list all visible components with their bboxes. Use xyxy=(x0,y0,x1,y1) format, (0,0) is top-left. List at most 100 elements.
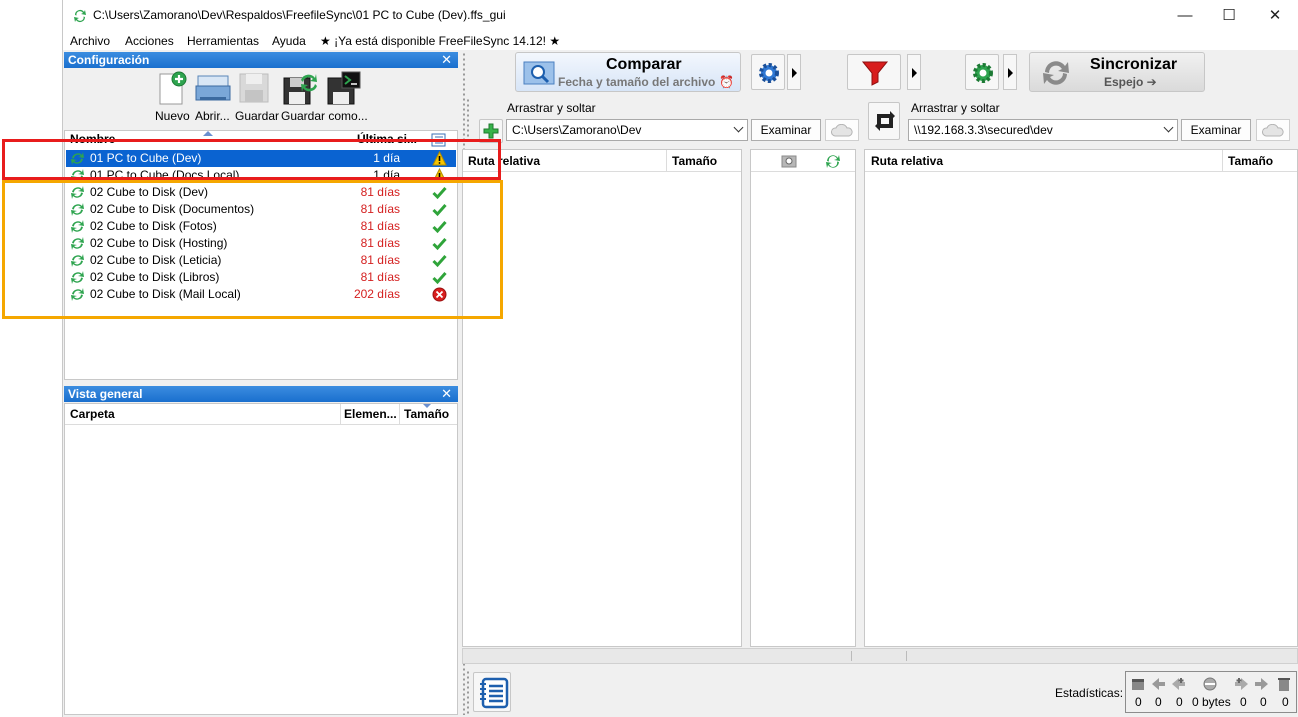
plus-icon xyxy=(483,123,499,139)
sync-variant-label: Espejo ➔ xyxy=(1104,75,1157,89)
save-config-button[interactable] xyxy=(236,70,274,106)
view-log-button[interactable] xyxy=(473,672,511,712)
log-list-icon xyxy=(480,677,509,709)
menu-herramientas[interactable]: Herramientas xyxy=(187,34,259,48)
sync-settings-button[interactable] xyxy=(965,54,999,90)
arrow-left-icon xyxy=(1152,678,1165,690)
open-folder-icon xyxy=(195,75,231,101)
compare-options-arrow[interactable] xyxy=(787,54,801,90)
menu-bar: Archivo Acciones Herramientas Ayuda ★ ¡Y… xyxy=(63,32,1298,50)
overview-list[interactable]: Carpeta Elemen... Tamaño xyxy=(64,403,458,715)
menu-acciones[interactable]: Acciones xyxy=(125,34,174,48)
statistics-label: Estadísticas: xyxy=(1055,686,1124,700)
compare-settings-button[interactable] xyxy=(751,54,785,90)
update-left-icon xyxy=(1172,678,1185,690)
new-document-icon xyxy=(159,71,187,105)
stat-create-right: 0 xyxy=(1240,695,1247,709)
column-divider xyxy=(666,150,667,172)
window-title: C:\Users\Zamorano\Dev\Respaldos\Freefile… xyxy=(93,8,506,22)
maximize-button[interactable]: ☐ xyxy=(1206,0,1252,32)
menu-archivo[interactable]: Archivo xyxy=(70,34,110,48)
config-panel-header: Configuración ✕ xyxy=(64,52,458,68)
compare-magnifier-icon xyxy=(523,61,555,85)
swap-arrows-icon xyxy=(875,111,895,131)
scroll-divider xyxy=(851,651,852,661)
overview-column-folder[interactable]: Carpeta xyxy=(70,406,115,423)
config-panel-close-icon[interactable]: ✕ xyxy=(441,52,452,68)
sync-arrows-icon xyxy=(1043,61,1069,85)
compare-label: Comparar xyxy=(606,56,682,73)
save-as-config-button[interactable] xyxy=(281,70,319,106)
synchronize-label: Sincronizar xyxy=(1090,56,1178,73)
overview-column-size[interactable]: Tamaño xyxy=(404,406,449,423)
middle-action-grid[interactable] xyxy=(750,149,856,647)
chevron-down-icon[interactable] xyxy=(1163,122,1174,133)
left-file-grid[interactable]: Ruta relativa Tamaño xyxy=(462,149,742,647)
new-config-button[interactable] xyxy=(154,70,192,106)
horizontal-scrollbar[interactable] xyxy=(462,648,1298,664)
swap-sides-button[interactable] xyxy=(868,102,900,140)
compare-button[interactable]: Comparar Fecha y tamaño del archivo ⏰ xyxy=(515,52,741,92)
overview-panel-header: Vista general ✕ xyxy=(64,386,458,402)
cloud-icon xyxy=(1262,124,1284,137)
filter-button[interactable] xyxy=(847,54,901,90)
statistics-panel: 0 0 0 0 bytes 0 0 0 xyxy=(1125,671,1297,713)
left-folder-path-input[interactable]: C:\Users\Zamorano\Dev xyxy=(506,119,748,141)
update-right-icon xyxy=(1235,678,1248,690)
stat-update-left: 0 xyxy=(1155,695,1162,709)
stat-delete-right: 0 xyxy=(1282,695,1289,709)
blue-gear-icon xyxy=(759,63,779,83)
stat-create-left: 0 xyxy=(1135,695,1142,709)
right-cloud-button[interactable] xyxy=(1256,119,1290,141)
sort-desc-arrow-icon xyxy=(423,404,431,408)
app-window: C:\Users\Zamorano\Dev\Respaldos\Freefile… xyxy=(62,0,1298,717)
left-cloud-button[interactable] xyxy=(825,119,859,141)
chevron-down-icon[interactable] xyxy=(733,122,744,133)
close-button[interactable]: ✕ xyxy=(1252,0,1298,32)
right-folder-path-input[interactable]: \\192.168.3.3\secured\dev xyxy=(908,119,1178,141)
create-left-icon xyxy=(1132,679,1144,690)
cloud-icon xyxy=(831,124,853,137)
sync-action-icon[interactable] xyxy=(825,154,841,169)
compare-variant-label: Fecha y tamaño del archivo xyxy=(558,75,716,89)
menu-ayuda[interactable]: Ayuda xyxy=(272,34,306,48)
freefilesync-icon xyxy=(74,10,86,23)
highlight-box-red xyxy=(2,139,501,180)
left-drag-drop-label: Arrastrar y soltar xyxy=(507,101,596,115)
save-label: Guardar xyxy=(235,109,280,123)
column-divider xyxy=(1222,150,1223,172)
arrow-right-icon xyxy=(1255,678,1268,690)
overview-col-divider xyxy=(340,404,341,425)
overview-panel-close-icon[interactable]: ✕ xyxy=(441,386,452,402)
right-browse-button[interactable]: Examinar xyxy=(1181,119,1251,141)
right-drag-drop-label: Arrastrar y soltar xyxy=(911,101,1000,115)
folder-row-grip xyxy=(466,98,470,144)
highlight-box-orange xyxy=(2,180,503,319)
left-folder-path-value: C:\Users\Zamorano\Dev xyxy=(512,123,642,137)
right-column-size[interactable]: Tamaño xyxy=(1228,153,1273,170)
status-grip xyxy=(466,670,470,714)
overview-col-divider xyxy=(399,404,400,425)
open-config-button[interactable] xyxy=(194,70,232,106)
clock-icon: ⏰ xyxy=(719,75,734,89)
minimize-button[interactable]: — xyxy=(1162,0,1208,32)
right-column-relpath[interactable]: Ruta relativa xyxy=(871,153,943,170)
sync-options-arrow[interactable] xyxy=(1003,54,1017,90)
scroll-divider xyxy=(906,651,907,661)
overview-panel-title: Vista general xyxy=(68,387,143,401)
filter-funnel-icon xyxy=(861,61,889,86)
update-notice-link[interactable]: ★ ¡Ya está disponible FreeFileSync 14.12… xyxy=(320,34,560,48)
data-disk-icon xyxy=(1203,677,1217,691)
save-batch-icon xyxy=(327,71,361,105)
compare-category-icon[interactable] xyxy=(781,155,797,168)
save-batch-button[interactable] xyxy=(325,70,363,106)
filter-options-arrow[interactable] xyxy=(907,54,921,90)
right-file-grid[interactable]: Ruta relativa Tamaño xyxy=(864,149,1298,647)
title-bar: C:\Users\Zamorano\Dev\Respaldos\Freefile… xyxy=(63,0,1298,32)
left-column-size[interactable]: Tamaño xyxy=(672,153,717,170)
overview-column-items[interactable]: Elemen... xyxy=(344,406,397,423)
save-disk-icon-disabled xyxy=(239,73,269,103)
open-label: Abrir... xyxy=(195,109,230,123)
left-browse-button[interactable]: Examinar xyxy=(751,119,821,141)
synchronize-button[interactable]: Sincronizar Espejo ➔ xyxy=(1029,52,1205,92)
